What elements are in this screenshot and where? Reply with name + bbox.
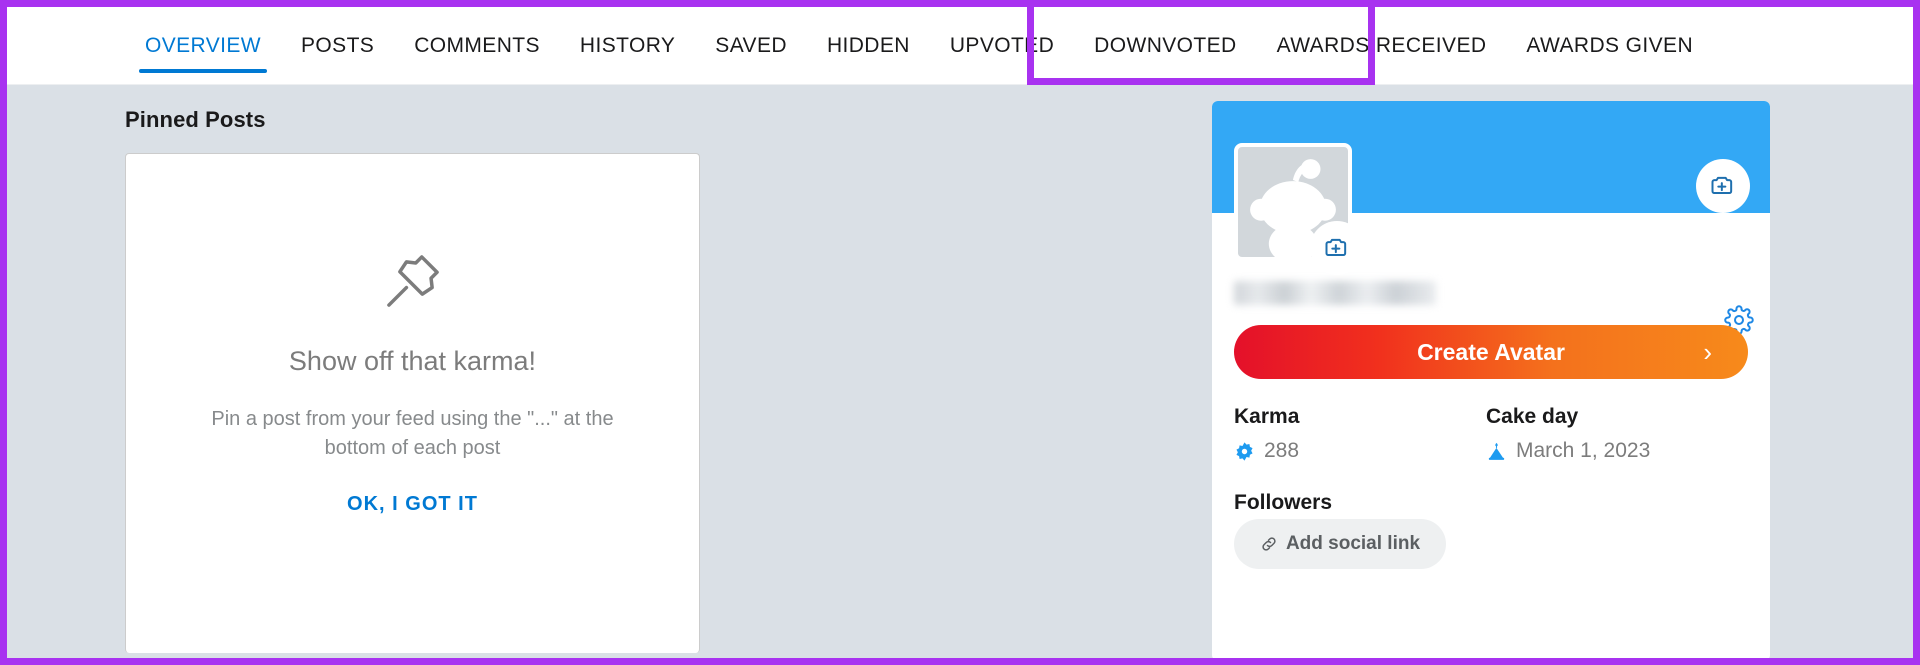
chevron-right-icon: › (1703, 336, 1712, 367)
profile-banner (1212, 101, 1770, 275)
profile-nav-tabbar: OVERVIEW POSTS COMMENTS HISTORY SAVED HI… (7, 7, 1913, 85)
pinned-empty-description: Pin a post from your feed using the "...… (211, 408, 614, 459)
tab-awards-given[interactable]: AWARDS GIVEN (1506, 7, 1713, 85)
karma-icon (1236, 441, 1253, 461)
user-profile-card: Create Avatar › Karma 288 Cake day March… (1212, 101, 1770, 658)
link-icon (1262, 537, 1276, 551)
profile-stats: Karma 288 Cake day March 1, 2023 (1234, 405, 1748, 463)
tab-history[interactable]: HISTORY (560, 7, 695, 85)
profile-content: Pinned Posts Show off that karma! Pin a … (7, 85, 1913, 658)
stat-cake-day-value: March 1, 2023 (1516, 439, 1651, 462)
followers-label: Followers (1234, 491, 1333, 514)
tab-downvoted[interactable]: DOWNVOTED (1074, 7, 1256, 85)
stat-cake-day-label: Cake day (1486, 405, 1579, 428)
pinned-posts-empty-card: Show off that karma! Pin a post from you… (125, 153, 700, 653)
stat-karma-value-row: 288 (1234, 439, 1486, 463)
screenshot-root: OVERVIEW POSTS COMMENTS HISTORY SAVED HI… (0, 0, 1920, 665)
avatar-camera-plus-icon[interactable] (1310, 221, 1364, 275)
stat-cake-day-value-row: March 1, 2023 (1486, 439, 1738, 463)
tab-comments[interactable]: COMMENTS (394, 7, 560, 85)
profile-card-body: Create Avatar › Karma 288 Cake day March… (1212, 281, 1770, 569)
pinned-posts-column: Pinned Posts Show off that karma! Pin a … (125, 85, 700, 653)
pinned-empty-headline: Show off that karma! (288, 346, 537, 376)
cake-icon (1488, 442, 1505, 460)
username-redacted (1234, 281, 1436, 305)
banner-camera-plus-icon[interactable] (1696, 159, 1750, 213)
stat-karma-label: Karma (1234, 405, 1300, 428)
tab-awards-received[interactable]: AWARDS RECEIVED (1257, 7, 1507, 85)
profile-avatar-wrapper (1234, 143, 1364, 275)
pinned-posts-heading: Pinned Posts (125, 107, 266, 132)
stat-cake-day: Cake day March 1, 2023 (1486, 405, 1738, 463)
stat-karma: Karma 288 (1234, 405, 1486, 463)
tab-upvoted[interactable]: UPVOTED (930, 7, 1074, 85)
tab-posts[interactable]: POSTS (281, 7, 394, 85)
create-avatar-label: Create Avatar (1417, 338, 1565, 365)
add-social-link-label: Add social link (1285, 533, 1421, 554)
add-social-link-button[interactable]: Add social link (1234, 519, 1446, 569)
pinned-dismiss-button[interactable]: OK, I GOT IT (347, 493, 478, 516)
tab-saved[interactable]: SAVED (695, 7, 807, 85)
tab-hidden[interactable]: HIDDEN (807, 7, 930, 85)
pin-icon (386, 255, 439, 307)
tab-overview[interactable]: OVERVIEW (125, 7, 281, 85)
create-avatar-button[interactable]: Create Avatar › (1234, 325, 1748, 379)
stat-karma-value: 288 (1264, 439, 1300, 462)
tab-list: OVERVIEW POSTS COMMENTS HISTORY SAVED HI… (7, 7, 1713, 85)
